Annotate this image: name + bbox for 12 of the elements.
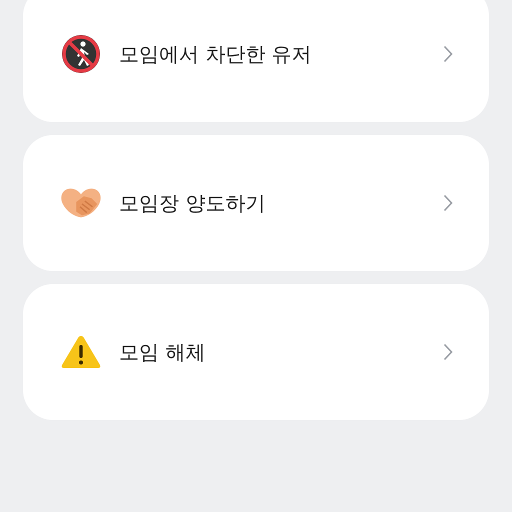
menu-label: 모임장 양도하기 bbox=[119, 190, 266, 216]
menu-item[interactable]: 모임에서 차단한 유저 bbox=[23, 0, 489, 122]
chevron-right-icon bbox=[443, 45, 453, 63]
blocked-walker-icon bbox=[60, 33, 102, 75]
menu-item[interactable]: 모임장 양도하기 bbox=[23, 135, 489, 271]
handshake-icon bbox=[59, 186, 103, 220]
menu-label: 모임 해체 bbox=[119, 338, 206, 366]
warning-icon bbox=[60, 333, 102, 371]
chevron-right-icon bbox=[443, 194, 453, 212]
chevron-right-icon bbox=[443, 343, 453, 361]
menu-label: 모임에서 차단한 유저 bbox=[119, 40, 313, 68]
menu-item[interactable]: 모임 해체 bbox=[23, 284, 489, 420]
